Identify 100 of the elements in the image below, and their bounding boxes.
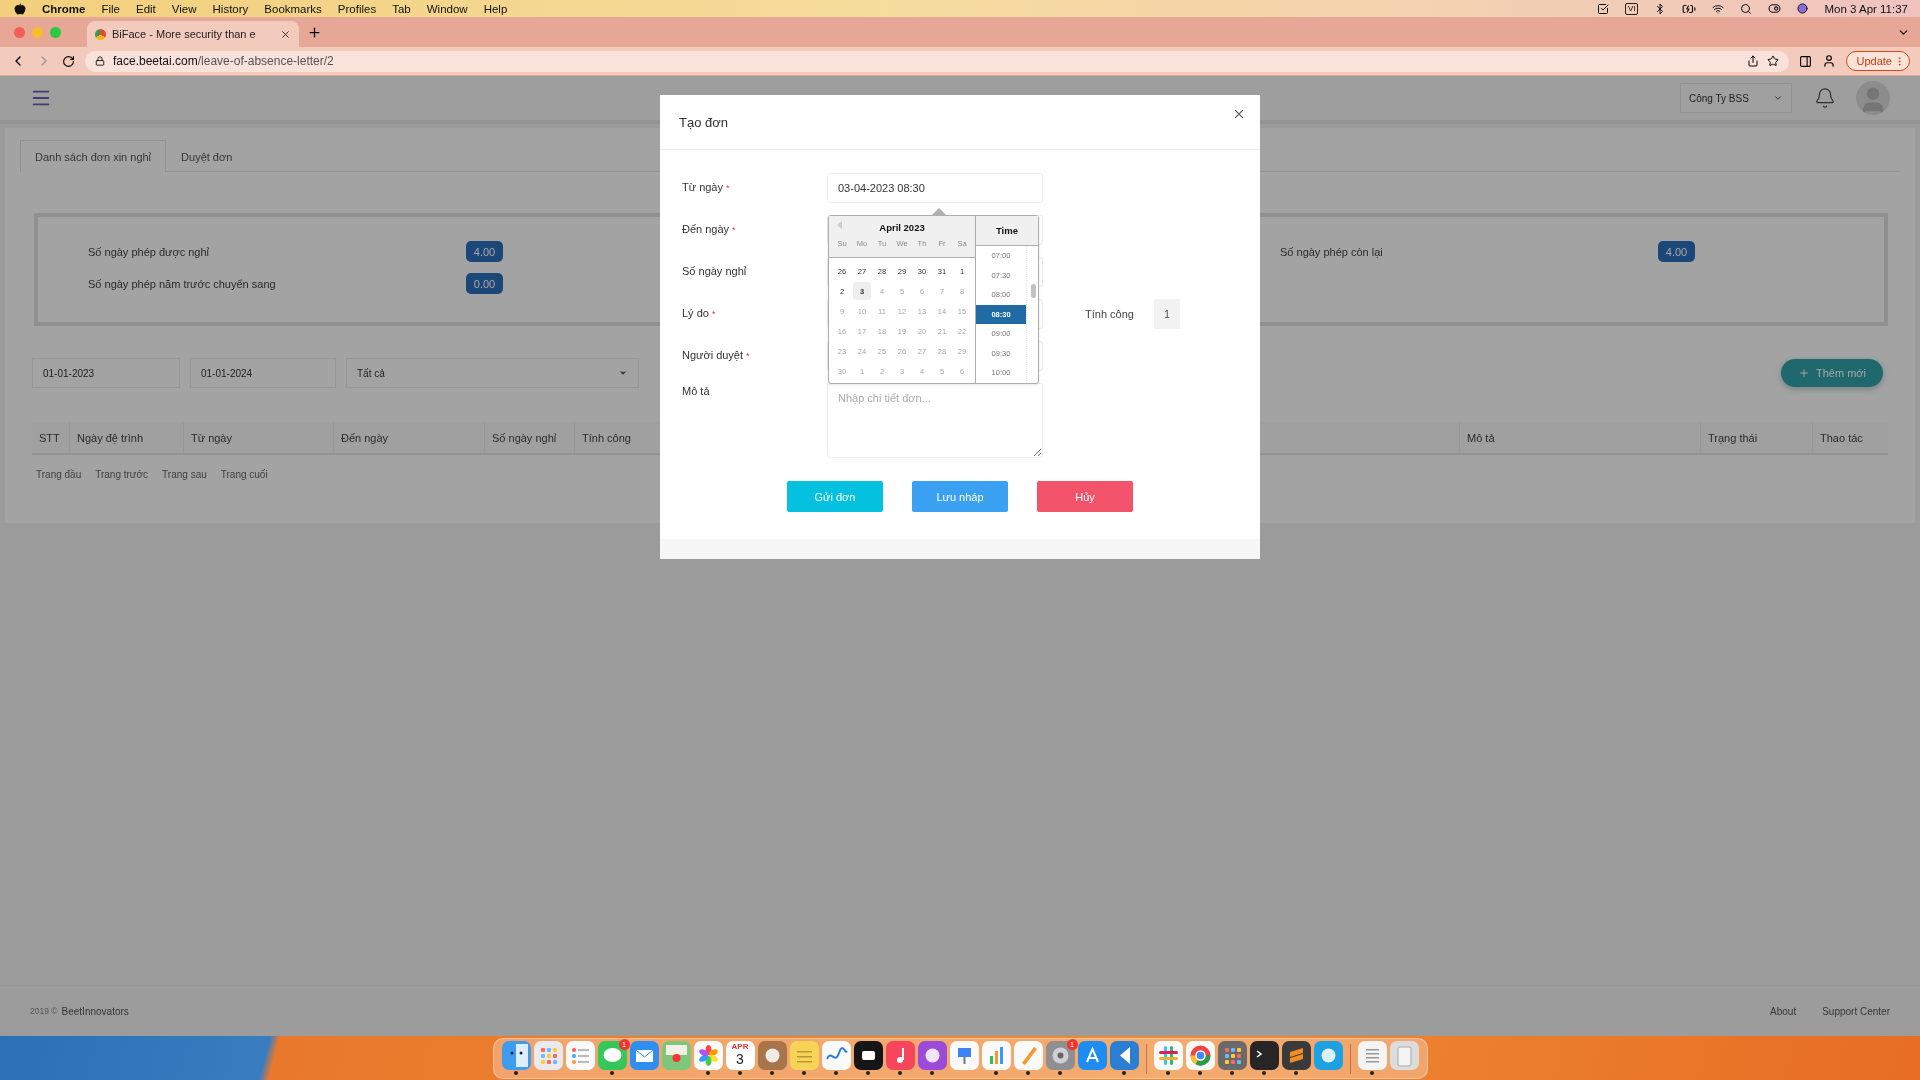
- input-source[interactable]: VI: [1624, 2, 1639, 15]
- wifi-icon[interactable]: [1712, 2, 1725, 15]
- pagination-link[interactable]: Trang đầu: [36, 469, 82, 480]
- running-dot: [1026, 1071, 1030, 1075]
- menu-item[interactable]: Chrome: [42, 2, 86, 15]
- map-icon[interactable]: [661, 1041, 691, 1070]
- search-icon[interactable]: [1740, 2, 1753, 15]
- column-header: Đến ngày: [333, 422, 484, 453]
- hash-icon[interactable]: [1153, 1041, 1183, 1070]
- close-button[interactable]: [1232, 107, 1246, 121]
- bell-icon[interactable]: [1814, 87, 1836, 109]
- new-tab-icon[interactable]: [307, 24, 322, 40]
- count-badge: 0.00: [466, 273, 503, 294]
- apple-icon[interactable]: [14, 2, 26, 15]
- input-field[interactable]: 03-04-2023 08:30: [827, 173, 1043, 203]
- column-header: STT: [38, 430, 61, 446]
- store-icon[interactable]: [1077, 1041, 1107, 1070]
- running-dot: [898, 1071, 902, 1075]
- menu-item[interactable]: File: [101, 2, 120, 15]
- column-header: Mô tả: [1459, 422, 1700, 453]
- summary-label: Số ngày phép được nghỉ: [88, 245, 210, 258]
- clock[interactable]: Mon 3 Apr 11:37: [1824, 2, 1908, 15]
- chat-icon[interactable]: [597, 1041, 627, 1070]
- draft-button[interactable]: Lưu nháp: [912, 481, 1008, 512]
- summary-label: Số ngày phép còn lại: [1280, 245, 1384, 258]
- list-icon[interactable]: [565, 1041, 595, 1070]
- menu-item[interactable]: Edit: [136, 2, 156, 15]
- menu-item[interactable]: Help: [483, 2, 508, 15]
- value-field[interactable]: 1: [1153, 299, 1180, 329]
- document-icon[interactable]: [1357, 1041, 1387, 1070]
- reload-icon[interactable]: [62, 54, 75, 68]
- close-icon[interactable]: [280, 28, 291, 40]
- profile-icon[interactable]: [1821, 54, 1836, 68]
- summary-label: Số ngày phép năm trước chuyển sang: [88, 277, 277, 290]
- share-icon[interactable]: [1746, 55, 1759, 67]
- running-dot: [1294, 1071, 1298, 1075]
- menu-item[interactable]: Bookmarks: [264, 2, 322, 15]
- menu-item[interactable]: Window: [426, 2, 468, 15]
- company-select[interactable]: Công Ty BSS: [1680, 83, 1792, 113]
- cancel-button[interactable]: Hủy: [1037, 481, 1133, 512]
- browser-icon[interactable]: [1185, 1041, 1215, 1070]
- toggle-icon[interactable]: [1768, 2, 1782, 15]
- date-field[interactable]: 01-01-2023: [32, 358, 180, 388]
- star-icon[interactable]: [1766, 55, 1779, 67]
- grid-icon[interactable]: [533, 1041, 563, 1070]
- field-label: Người duyệt *: [682, 348, 751, 361]
- code-icon[interactable]: [1109, 1041, 1139, 1070]
- running-dot: [1122, 1071, 1126, 1075]
- running-dot: [610, 1071, 614, 1075]
- field-label: Mô tả: [682, 384, 711, 397]
- sidebar-icon[interactable]: [1798, 54, 1812, 68]
- status-select[interactable]: Tất cả: [346, 358, 639, 388]
- menu-item[interactable]: History: [212, 2, 249, 15]
- date-field[interactable]: 01-01-2024: [190, 358, 336, 388]
- settings-icon[interactable]: [1045, 1041, 1075, 1070]
- add-button[interactable]: Thêm mới: [1781, 359, 1883, 387]
- tab-title: BiFace - More security than e: [112, 28, 257, 40]
- running-dot: [930, 1071, 934, 1075]
- column-header: Ngày đệ trình: [69, 422, 183, 453]
- company-name: BeetInnovators: [61, 1005, 129, 1017]
- tv-icon[interactable]: [853, 1041, 883, 1070]
- menu-item[interactable]: View: [171, 2, 197, 15]
- checkbox-icon[interactable]: [1596, 2, 1609, 15]
- column-header: Số ngày nghỉ: [484, 422, 574, 453]
- field-label: Từ ngày *: [682, 180, 731, 193]
- editor-icon[interactable]: [1281, 1041, 1311, 1070]
- update-button[interactable]: Update: [1845, 51, 1910, 71]
- orb-icon[interactable]: [1797, 3, 1809, 14]
- pagination-link[interactable]: Trang trước: [95, 469, 149, 480]
- url-text: face.beetai.com/leave-of-absence-letter/2: [113, 54, 334, 68]
- tab[interactable]: Duyệt đơn: [166, 140, 248, 172]
- calculator-icon[interactable]: [1217, 1041, 1247, 1070]
- scrollbar-thumb[interactable]: [1031, 284, 1036, 298]
- music-icon[interactable]: [885, 1041, 915, 1070]
- month-title: April 2023: [879, 222, 925, 233]
- pagination-link[interactable]: Trang sau: [162, 469, 207, 480]
- running-dot: [706, 1071, 710, 1075]
- wave-icon[interactable]: [821, 1041, 851, 1070]
- favicon-icon: [95, 28, 106, 40]
- calendar-icon[interactable]: APR 3: [725, 1041, 755, 1070]
- dialog-title: Tạo đơn: [679, 114, 728, 130]
- column-header: Thao tác: [1812, 422, 1888, 453]
- address-field[interactable]: face.beetai.com/leave-of-absence-letter/2: [85, 50, 1789, 72]
- footer-link[interactable]: Support Center: [1822, 1005, 1890, 1017]
- menu-item[interactable]: Tab: [392, 2, 411, 15]
- running-dot: [1058, 1071, 1062, 1075]
- chart-icon[interactable]: [981, 1041, 1011, 1070]
- browser-tab[interactable]: BiFace - More security than e: [87, 21, 299, 47]
- footer-link[interactable]: About: [1770, 1005, 1797, 1017]
- pagination-link[interactable]: Trang cuối: [220, 469, 268, 480]
- tab[interactable]: Danh sách đơn xin nghỉ: [20, 140, 167, 172]
- description-field[interactable]: Nhập chi tiết đơn...: [827, 383, 1043, 458]
- copyright: 2019 ©: [30, 1006, 58, 1016]
- pen-icon[interactable]: [1013, 1041, 1043, 1070]
- podium-icon[interactable]: [949, 1041, 979, 1070]
- caret-icon: [618, 368, 628, 378]
- flower-icon[interactable]: [693, 1041, 723, 1070]
- terminal-icon[interactable]: [1249, 1041, 1279, 1070]
- menu-item[interactable]: Profiles: [337, 2, 377, 15]
- mail-icon[interactable]: [629, 1041, 659, 1070]
